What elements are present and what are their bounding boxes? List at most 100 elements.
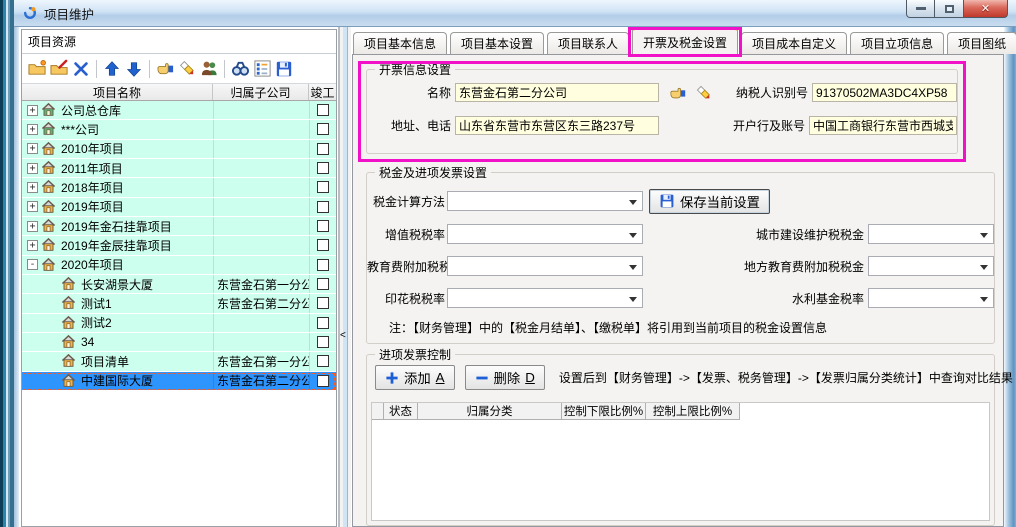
- new-folder-icon[interactable]: [26, 58, 48, 80]
- move-up-icon[interactable]: [101, 58, 123, 80]
- bank-account-input[interactable]: [809, 116, 957, 135]
- tree-row-4[interactable]: + 2018年项目: [22, 178, 336, 197]
- house-icon: [41, 141, 57, 157]
- project-company: [213, 101, 309, 119]
- water-fund-select[interactable]: [868, 288, 994, 308]
- completion-checkbox[interactable]: [317, 104, 329, 116]
- project-company: [213, 120, 309, 138]
- toolbar-separator: [149, 60, 150, 78]
- edit-folder-icon[interactable]: [48, 58, 70, 80]
- completion-checkbox[interactable]: [317, 162, 329, 174]
- completion-cell: [309, 120, 336, 138]
- completion-checkbox[interactable]: [317, 317, 329, 329]
- completion-checkbox[interactable]: [317, 239, 329, 251]
- table-column-header-2: 控制下限比例%: [562, 403, 646, 420]
- completion-checkbox[interactable]: [317, 181, 329, 193]
- address-phone-input[interactable]: [455, 116, 659, 135]
- checklist-icon[interactable]: [251, 58, 273, 80]
- save-settings-button[interactable]: 保存当前设置: [649, 189, 770, 214]
- move-down-icon[interactable]: [123, 58, 145, 80]
- tab-1[interactable]: 项目基本设置: [450, 32, 544, 54]
- expander-icon[interactable]: +: [27, 221, 38, 232]
- completion-checkbox[interactable]: [317, 375, 329, 387]
- completion-checkbox[interactable]: [317, 355, 329, 367]
- tab-3[interactable]: 开票及税金设置: [632, 27, 738, 54]
- maximize-icon: [945, 5, 954, 13]
- expander-icon[interactable]: -: [27, 259, 38, 270]
- tree-row-7[interactable]: + 2019年金辰挂靠项目: [22, 236, 336, 255]
- completion-checkbox[interactable]: [317, 259, 329, 271]
- tree-row-9[interactable]: 长安湖景大厦 东营金石第一分公: [22, 275, 336, 294]
- add-mnemonic: A: [436, 370, 445, 385]
- minimize-button[interactable]: [906, 0, 935, 18]
- users-icon[interactable]: [198, 58, 220, 80]
- project-company: [213, 140, 309, 158]
- completion-checkbox[interactable]: [317, 143, 329, 155]
- collapse-arrow-icon[interactable]: <: [340, 330, 346, 341]
- project-name: 2020年项目: [57, 256, 213, 273]
- tree-row-0[interactable]: + 公司总仓库: [22, 101, 336, 120]
- taxpayer-id-input[interactable]: [812, 83, 957, 102]
- tab-6[interactable]: 项目图纸: [947, 32, 1016, 54]
- tax-method-select[interactable]: [447, 191, 643, 211]
- add-button[interactable]: 添加A: [375, 365, 455, 390]
- house-icon: [61, 334, 77, 350]
- vat-rate-select[interactable]: [447, 224, 643, 244]
- name-input[interactable]: [455, 83, 659, 102]
- bank-account-label: 开户行及账号: [659, 117, 805, 134]
- completion-cell: [309, 372, 336, 390]
- save-icon[interactable]: [273, 58, 295, 80]
- assign-hand-icon[interactable]: [668, 84, 688, 102]
- delete-icon[interactable]: [70, 58, 92, 80]
- assign-hand-icon[interactable]: [154, 58, 176, 80]
- tab-0[interactable]: 项目基本信息: [353, 32, 447, 54]
- stamp-tax-select[interactable]: [447, 288, 643, 308]
- tree-row-8[interactable]: - 2020年项目: [22, 256, 336, 275]
- city-tax-select[interactable]: [868, 224, 994, 244]
- search-icon[interactable]: [229, 58, 251, 80]
- tree-row-12[interactable]: 34: [22, 333, 336, 352]
- expander-icon[interactable]: +: [27, 201, 38, 212]
- expander-icon[interactable]: +: [27, 124, 38, 135]
- tree-row-1[interactable]: + ***公司: [22, 120, 336, 139]
- edu-surtax-select[interactable]: [447, 256, 643, 276]
- tree-row-13[interactable]: 项目清单 东营金石第一分公: [22, 352, 336, 371]
- delete-button[interactable]: 删除D: [465, 365, 545, 390]
- house-icon: [41, 160, 57, 176]
- close-button[interactable]: ✕: [963, 0, 1008, 18]
- erase-icon[interactable]: [694, 84, 714, 102]
- expander-icon[interactable]: +: [27, 163, 38, 174]
- minus-icon: [475, 371, 489, 385]
- tree-row-3[interactable]: + 2011年项目: [22, 159, 336, 178]
- completion-checkbox[interactable]: [317, 201, 329, 213]
- project-company: [213, 217, 309, 235]
- tree-toolbar: [22, 54, 336, 84]
- panel-splitter[interactable]: <: [338, 27, 351, 527]
- project-name: 34: [77, 335, 213, 349]
- project-company: [213, 333, 309, 351]
- tab-2[interactable]: 项目联系人: [547, 32, 629, 54]
- expander-icon[interactable]: +: [27, 240, 38, 251]
- completion-cell: [309, 256, 336, 274]
- tree-row-6[interactable]: + 2019年金石挂靠项目: [22, 217, 336, 236]
- completion-checkbox[interactable]: [317, 278, 329, 290]
- expander-icon[interactable]: +: [27, 143, 38, 154]
- completion-checkbox[interactable]: [317, 220, 329, 232]
- completion-checkbox[interactable]: [317, 336, 329, 348]
- expander-icon[interactable]: +: [27, 182, 38, 193]
- tree-row-5[interactable]: + 2019年项目: [22, 198, 336, 217]
- completion-cell: [309, 217, 336, 235]
- tab-4[interactable]: 项目成本自定义: [741, 32, 847, 54]
- completion-checkbox[interactable]: [317, 297, 329, 309]
- window-frame-right: [1004, 27, 1016, 527]
- expander-icon[interactable]: +: [27, 105, 38, 116]
- tree-row-2[interactable]: + 2010年项目: [22, 140, 336, 159]
- tab-5[interactable]: 项目立项信息: [850, 32, 944, 54]
- tree-row-14[interactable]: 中建国际大厦 东营金石第二分公: [22, 372, 336, 391]
- tree-row-10[interactable]: 测试1 东营金石第二分公: [22, 294, 336, 313]
- erase-icon[interactable]: [176, 58, 198, 80]
- tree-row-11[interactable]: 测试2: [22, 314, 336, 333]
- completion-checkbox[interactable]: [317, 123, 329, 135]
- maximize-button[interactable]: [935, 0, 963, 18]
- local-edu-surtax-select[interactable]: [868, 256, 994, 276]
